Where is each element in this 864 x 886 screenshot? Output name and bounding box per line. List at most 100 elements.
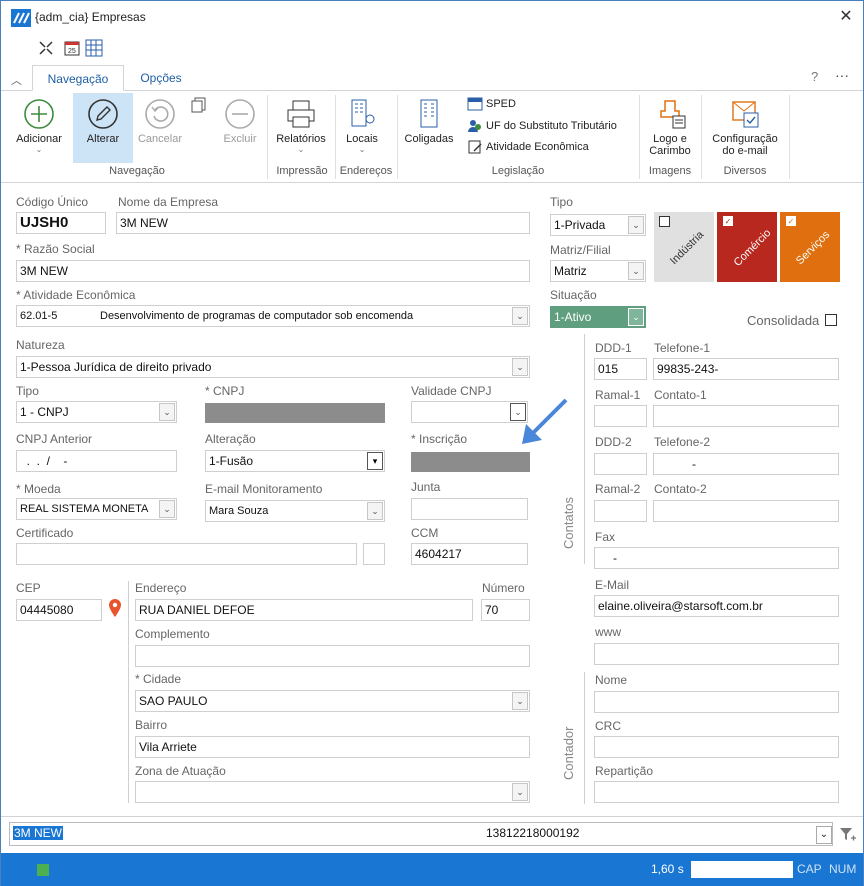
email-monit-select[interactable]: Mara Souza ⌄ xyxy=(205,500,385,522)
coligadas-button[interactable]: Coligadas xyxy=(399,93,459,163)
nome-field[interactable] xyxy=(594,691,839,713)
certificado-browse-button[interactable] xyxy=(363,543,385,565)
ddd2-field[interactable] xyxy=(594,453,647,475)
status-indicator xyxy=(37,864,49,876)
cancelar-button[interactable]: Cancelar xyxy=(133,93,187,163)
ccm-field[interactable]: 4604217 xyxy=(411,543,528,565)
bairro-field[interactable]: Vila Arriete xyxy=(135,736,530,758)
logo-label-2: Carimbo xyxy=(649,145,691,157)
reparticao-field[interactable] xyxy=(594,781,839,803)
tab-navegacao[interactable]: Navegação xyxy=(32,65,124,91)
fax-field[interactable]: - xyxy=(594,547,839,569)
complemento-field[interactable] xyxy=(135,645,530,667)
chevron-down-icon[interactable]: ⌄ xyxy=(628,216,644,234)
razao-social-field[interactable]: 3M NEW xyxy=(16,260,530,282)
contato2-field[interactable] xyxy=(653,500,839,522)
alterar-button[interactable]: Alterar xyxy=(73,93,133,163)
progress-bar xyxy=(691,861,793,878)
cep-field[interactable]: 04445080 xyxy=(16,599,102,621)
filter-icon[interactable] xyxy=(839,827,857,843)
chevron-down-icon[interactable]: ⌄ xyxy=(367,502,383,520)
map-pin-icon[interactable] xyxy=(108,598,122,618)
atividade-label: * Atividade Econômica xyxy=(16,288,136,302)
matriz-select[interactable]: Matriz ⌄ xyxy=(550,260,646,282)
logo-carimbo-button[interactable]: Logo e Carimbo xyxy=(641,93,699,163)
cidade-select[interactable]: SAO PAULO ⌄ xyxy=(135,690,530,712)
adicionar-button[interactable]: Adicionar ⌄ xyxy=(7,93,71,163)
cnpj-anterior-field[interactable]: . . / - xyxy=(16,450,177,472)
chevron-down-icon[interactable]: ⌄ xyxy=(628,308,644,326)
www-field[interactable] xyxy=(594,643,839,665)
junta-field[interactable] xyxy=(411,498,528,520)
chevron-down-icon[interactable]: ⌄ xyxy=(512,783,528,801)
record-bar: 3M NEW 13812218000192 ⌄ xyxy=(1,816,863,852)
chevron-down-icon[interactable]: ⌄ xyxy=(512,692,528,710)
chevron-down-icon[interactable]: ⌄ xyxy=(159,403,175,421)
nome-empresa-field[interactable]: 3M NEW xyxy=(116,212,530,234)
alteracao-select[interactable]: 1-Fusão ▾ xyxy=(205,450,385,472)
codigo-unico-field[interactable]: UJSH0 xyxy=(16,212,106,234)
printer-icon xyxy=(287,100,315,128)
cep-label: CEP xyxy=(16,581,41,595)
tipo-doc-select[interactable]: 1 - CNPJ ⌄ xyxy=(16,401,177,423)
more-icon[interactable]: ··· xyxy=(835,67,849,83)
excluir-button[interactable]: Excluir xyxy=(215,93,265,163)
locais-button[interactable]: Locais ⌄ xyxy=(337,93,387,163)
relatorios-button[interactable]: Relatórios ⌄ xyxy=(269,93,333,163)
tel1-field[interactable]: 99835-243- xyxy=(653,358,839,380)
cnpj-field-redacted[interactable] xyxy=(205,403,385,423)
uf-substituto-button[interactable]: UF do Substituto Tributário xyxy=(486,120,617,132)
ramal2-field[interactable] xyxy=(594,500,647,522)
chevron-down-icon[interactable]: ⌄ xyxy=(512,307,528,325)
chevron-down-icon[interactable]: ▾ xyxy=(367,452,383,470)
chevron-down-icon[interactable]: ⌄ xyxy=(159,500,175,518)
chevron-down-icon[interactable]: ⌄ xyxy=(816,826,832,844)
calendar-icon[interactable]: 25 xyxy=(63,39,81,57)
building-location-icon xyxy=(351,99,375,127)
validade-cnpj-field[interactable]: ⌄ xyxy=(411,401,528,423)
tipo-doc-label: Tipo xyxy=(16,384,39,398)
servicos-tile[interactable]: ✓ Serviços xyxy=(780,212,840,282)
ramal2-label: Ramal-2 xyxy=(595,482,641,496)
chevron-down-icon[interactable]: ⌄ xyxy=(628,262,644,280)
situacao-select[interactable]: 1-Ativo ⌄ xyxy=(550,306,646,328)
collapse-icon[interactable] xyxy=(37,39,55,57)
crc-label: CRC xyxy=(595,719,621,733)
record-search-field[interactable]: 3M NEW 13812218000192 xyxy=(9,822,833,846)
alteracao-value: 1-Fusão xyxy=(209,454,254,468)
ddd1-field[interactable]: 015 xyxy=(594,358,647,380)
chevron-down-icon[interactable]: ⌄ xyxy=(512,358,528,376)
ddd1-label: DDD-1 xyxy=(595,341,632,355)
collapse-ribbon-icon[interactable]: ︿ xyxy=(11,72,22,88)
help-icon[interactable]: ? xyxy=(811,69,818,84)
email-field[interactable]: elaine.oliveira@starsoft.com.br xyxy=(594,595,839,617)
consolidada-checkbox[interactable] xyxy=(825,314,837,326)
comercio-checkbox[interactable]: ✓ xyxy=(723,216,733,226)
atividade-code: 62.01-5 xyxy=(20,310,58,322)
grid-icon[interactable] xyxy=(85,39,103,57)
atividade-select[interactable]: 62.01-5 Desenvolvimento de programas de … xyxy=(16,305,530,327)
endereco-field[interactable]: RUA DANIEL DEFOE xyxy=(135,599,473,621)
close-icon[interactable]: ✕ xyxy=(835,5,857,29)
configuracao-email-button[interactable]: Configuração do e-mail xyxy=(703,93,787,163)
moeda-select[interactable]: REAL SISTEMA MONETA ⌄ xyxy=(16,498,177,520)
numero-field[interactable]: 70 xyxy=(481,599,530,621)
servicos-checkbox[interactable]: ✓ xyxy=(786,216,796,226)
natureza-select[interactable]: 1-Pessoa Jurídica de direito privado ⌄ xyxy=(16,356,530,378)
tipo-emp-select[interactable]: 1-Privada ⌄ xyxy=(550,214,646,236)
crc-field[interactable] xyxy=(594,736,839,758)
certificado-field[interactable] xyxy=(16,543,357,565)
industria-checkbox[interactable] xyxy=(659,216,670,227)
sped-button[interactable]: SPED xyxy=(486,98,516,110)
zona-select[interactable]: ⌄ xyxy=(135,781,530,803)
comercio-tile[interactable]: ✓ Comércio xyxy=(717,212,777,282)
ramal1-field[interactable] xyxy=(594,405,647,427)
tel2-field[interactable]: - xyxy=(653,453,839,475)
contato1-field[interactable] xyxy=(653,405,839,427)
tab-opcoes[interactable]: Opções xyxy=(131,65,191,91)
excluir-label: Excluir xyxy=(223,133,257,145)
inscricao-field-redacted[interactable] xyxy=(411,452,530,472)
copy-icon[interactable] xyxy=(191,97,207,113)
industria-tile[interactable]: Indústria xyxy=(654,212,714,282)
atividade-economica-button[interactable]: Atividade Econômica xyxy=(486,141,589,153)
